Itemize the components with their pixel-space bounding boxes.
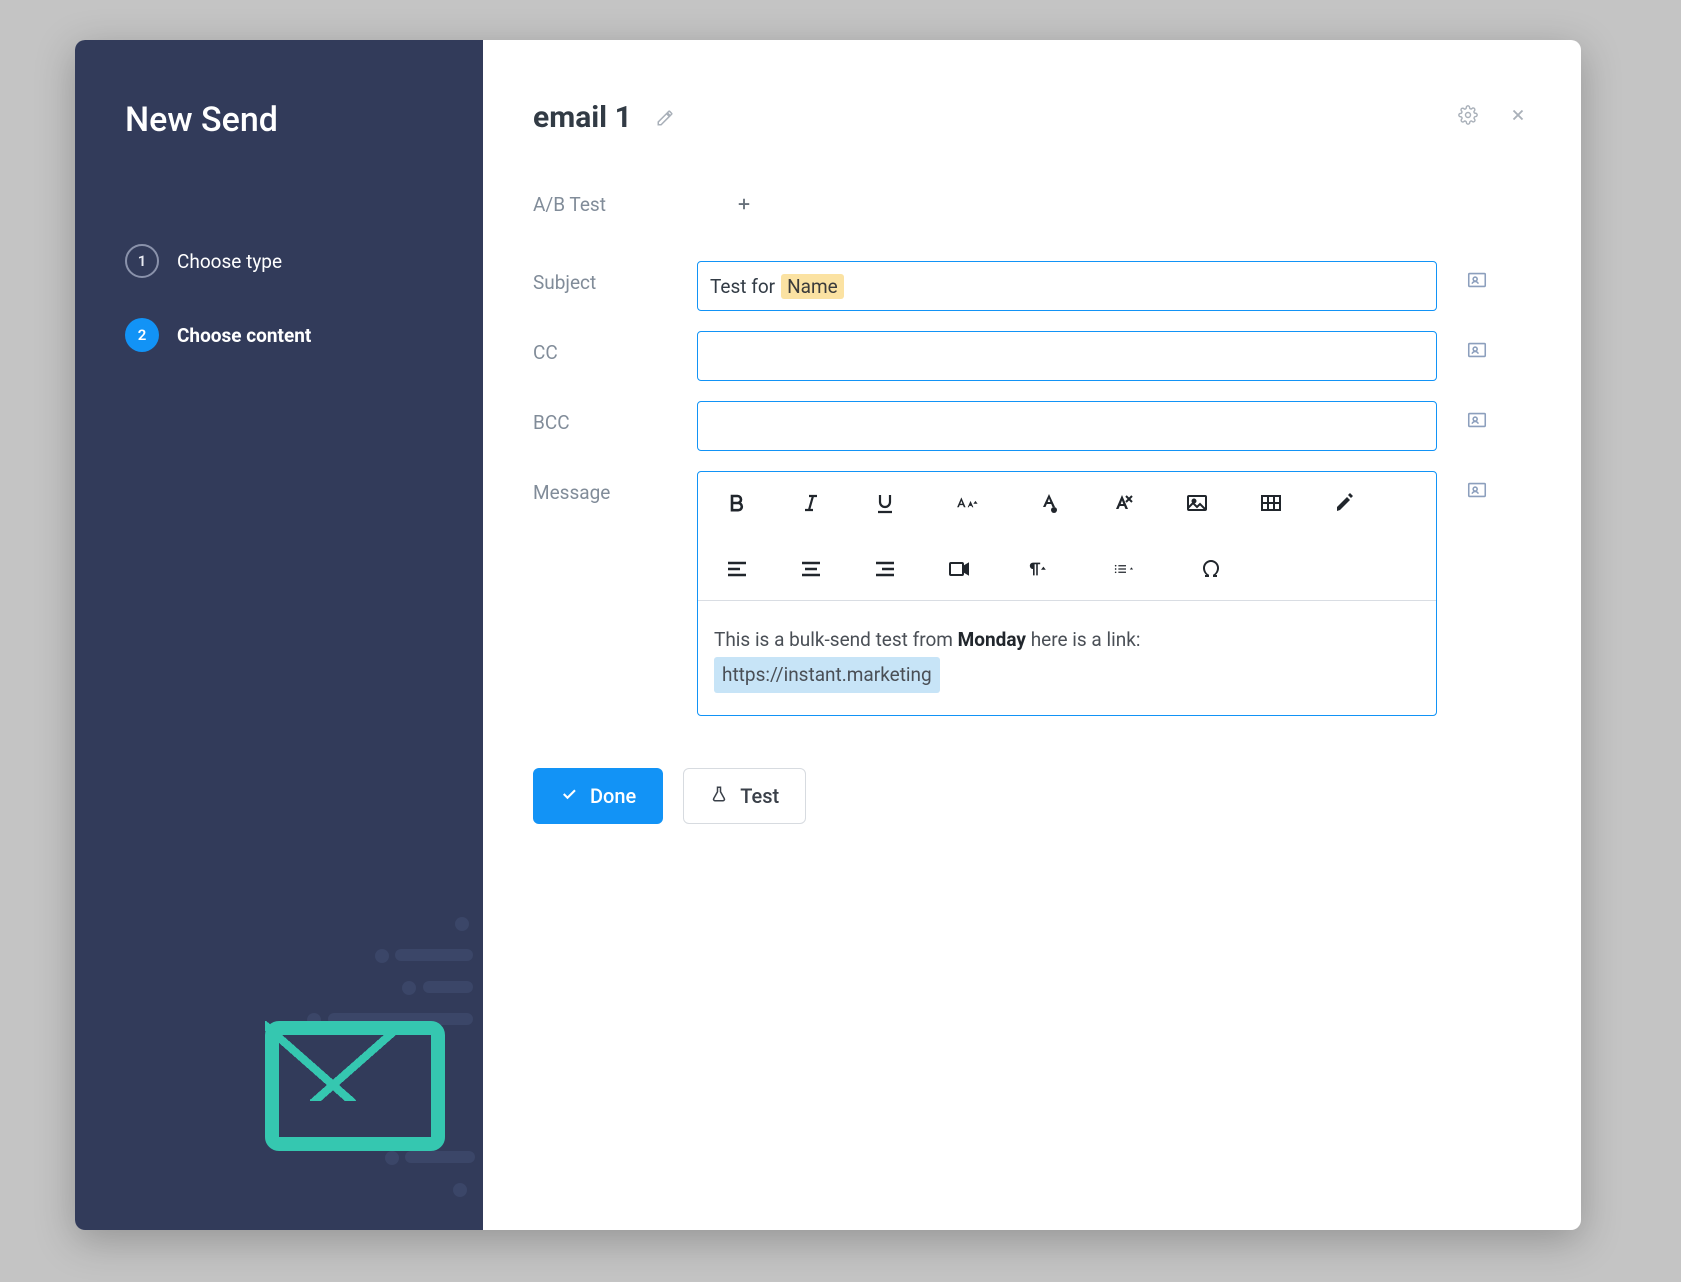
message-editor: This is a bulk-send test from Monday her… — [697, 471, 1437, 716]
close-icon[interactable] — [1503, 100, 1533, 130]
contact-card-icon[interactable] — [1465, 479, 1511, 505]
page-title: email 1 — [533, 100, 632, 135]
message-link[interactable]: https://instant.marketing — [714, 657, 940, 693]
pencil-icon[interactable] — [650, 103, 680, 133]
step-number: 1 — [125, 244, 159, 278]
image-icon[interactable] — [1184, 490, 1210, 516]
subject-merge-token[interactable]: Name — [781, 274, 844, 299]
step-label: Choose content — [177, 324, 311, 347]
step-choose-type[interactable]: 1 Choose type — [125, 244, 483, 278]
test-button[interactable]: Test — [683, 768, 806, 824]
align-right-icon[interactable] — [872, 556, 898, 582]
sidebar-title: New Send — [125, 100, 483, 140]
contact-card-icon[interactable] — [1465, 269, 1511, 295]
video-icon[interactable] — [946, 556, 972, 582]
envelope-icon — [265, 1021, 445, 1151]
align-left-icon[interactable] — [724, 556, 750, 582]
table-icon[interactable] — [1258, 490, 1284, 516]
highlighter-icon[interactable] — [1332, 490, 1358, 516]
message-body[interactable]: This is a bulk-send test from Monday her… — [698, 601, 1436, 715]
cc-label: CC — [533, 331, 683, 364]
paragraph-icon[interactable] — [1020, 556, 1054, 582]
font-color-icon[interactable] — [1036, 490, 1062, 516]
ab-test-label: A/B Test — [533, 193, 683, 216]
check-icon — [560, 784, 578, 808]
done-button[interactable]: Done — [533, 768, 663, 824]
font-size-icon[interactable] — [946, 490, 988, 516]
clear-format-icon[interactable] — [1110, 490, 1136, 516]
plus-icon[interactable] — [731, 191, 757, 217]
subject-text: Test for — [710, 275, 775, 298]
gear-icon[interactable] — [1453, 100, 1483, 130]
italic-icon[interactable] — [798, 490, 824, 516]
message-bold: Monday — [958, 628, 1026, 651]
contact-card-icon[interactable] — [1465, 409, 1511, 435]
underline-icon[interactable] — [872, 490, 898, 516]
cc-input[interactable] — [697, 331, 1437, 381]
omega-icon[interactable] — [1198, 556, 1224, 582]
flask-icon — [710, 784, 728, 808]
bcc-input[interactable] — [697, 401, 1437, 451]
step-list: 1 Choose type 2 Choose content — [125, 244, 483, 352]
new-send-modal: New Send 1 Choose type 2 Choose content — [75, 40, 1581, 1230]
envelope-decoration — [130, 905, 500, 1175]
bold-icon[interactable] — [724, 490, 750, 516]
step-number: 2 — [125, 318, 159, 352]
align-center-icon[interactable] — [798, 556, 824, 582]
main-panel: email 1 A/B Test Subject Test for — [483, 40, 1581, 1230]
subject-label: Subject — [533, 261, 683, 294]
message-label: Message — [533, 471, 683, 504]
step-choose-content[interactable]: 2 Choose content — [125, 318, 483, 352]
editor-toolbar — [698, 472, 1436, 601]
subject-input[interactable]: Test for Name — [697, 261, 1437, 311]
sidebar: New Send 1 Choose type 2 Choose content — [75, 40, 483, 1230]
bcc-label: BCC — [533, 401, 683, 434]
step-label: Choose type — [177, 250, 282, 273]
list-icon[interactable] — [1102, 556, 1150, 582]
contact-card-icon[interactable] — [1465, 339, 1511, 365]
